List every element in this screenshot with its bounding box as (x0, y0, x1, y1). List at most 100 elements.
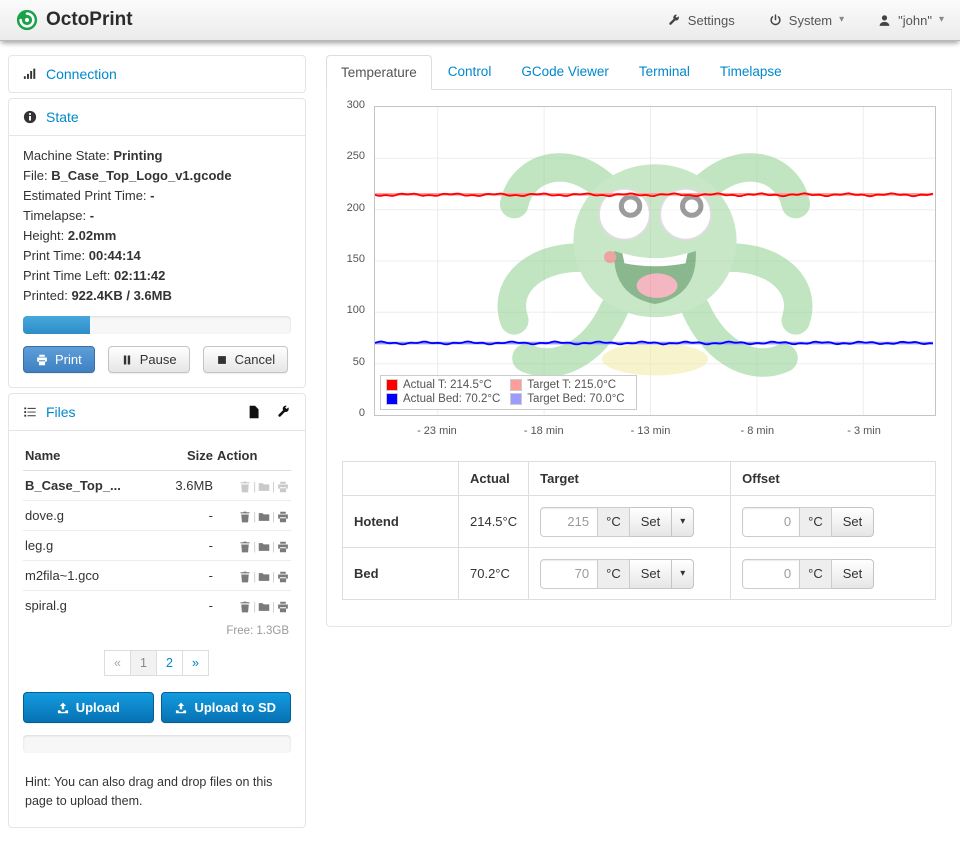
bed-target-dropdown-button[interactable]: ▾ (672, 559, 694, 589)
tab-gcode-viewer[interactable]: GCode Viewer (507, 55, 623, 90)
chart-canvas (375, 107, 935, 415)
column-size: Size (159, 441, 215, 471)
load-folder-icon[interactable] (258, 541, 270, 553)
y-tick-label: 100 (347, 304, 365, 316)
state-title: State (46, 109, 79, 125)
pause-button[interactable]: Pause (108, 346, 190, 373)
hotend-target-input[interactable] (540, 507, 598, 537)
cancel-button[interactable]: Cancel (203, 346, 288, 373)
tab-control[interactable]: Control (434, 55, 506, 90)
hotend-offset-input[interactable] (742, 507, 800, 537)
state-panel-header[interactable]: State (9, 99, 305, 135)
print-button[interactable]: Print (23, 346, 95, 373)
legend-item: Target Bed: 70.0°C (508, 392, 626, 406)
tab-timelapse[interactable]: Timelapse (706, 55, 796, 90)
bed-label: Bed (343, 548, 459, 600)
files-settings-wrench-icon[interactable] (277, 405, 291, 419)
file-row[interactable]: B_Case_Top_... 3.6MB || (23, 471, 291, 501)
height-line: Height: 2.02mm (23, 226, 291, 246)
files-panel-body: Name Size Action B_Case_Top_... 3.6MB ||… (9, 430, 305, 827)
tab-temperature[interactable]: Temperature (326, 55, 432, 90)
print-file-icon[interactable] (277, 571, 289, 583)
bed-target-input[interactable] (540, 559, 598, 589)
signal-icon (23, 67, 37, 81)
upload-to-sd-button[interactable]: Upload to SD (161, 692, 292, 723)
list-icon (23, 405, 37, 419)
stop-icon (216, 354, 228, 366)
x-tick-label: - 18 min (524, 425, 564, 437)
upload-button[interactable]: Upload (23, 692, 154, 723)
trash-icon[interactable] (239, 571, 251, 583)
file-row[interactable]: dove.g - || (23, 501, 291, 531)
x-tick-label: - 13 min (631, 425, 671, 437)
load-folder-icon[interactable] (258, 571, 270, 583)
celsius-unit: °C (598, 507, 630, 537)
hotend-offset-group: °C Set (742, 507, 874, 537)
load-folder-icon[interactable] (258, 511, 270, 523)
legend-swatch (386, 393, 398, 405)
power-icon (769, 14, 782, 27)
bed-offset-set-button[interactable]: Set (832, 559, 875, 589)
connection-panel-header[interactable]: Connection (9, 56, 305, 92)
settings-menu-item[interactable]: Settings (668, 13, 735, 28)
temperature-tab-content: 050100150200250300 Actual T: 214.5°CTarg… (326, 90, 952, 627)
user-icon (878, 14, 891, 27)
job-buttons: Print Pause Cancel (23, 346, 291, 373)
octoprint-brand[interactable]: OctoPrint (16, 9, 133, 31)
upload-icon (57, 702, 69, 714)
file-row[interactable]: leg.g - || (23, 531, 291, 561)
system-menu-item[interactable]: System ▾ (769, 13, 844, 28)
pagination-page-2[interactable]: 2 (156, 650, 183, 676)
bed-actual: 70.2°C (459, 548, 529, 600)
wrench-icon (668, 14, 681, 27)
load-folder-icon[interactable] (258, 481, 270, 493)
file-icon[interactable] (247, 405, 261, 419)
legend-label: Actual T: 214.5°C (403, 379, 492, 391)
chevron-down-icon: ▾ (939, 15, 944, 25)
legend-label: Target Bed: 70.0°C (527, 393, 624, 405)
celsius-unit: °C (598, 559, 630, 589)
bed-offset-input[interactable] (742, 559, 800, 589)
bed-target-set-button[interactable]: Set (630, 559, 673, 589)
hotend-target-set-button[interactable]: Set (630, 507, 673, 537)
files-title: Files (46, 404, 76, 420)
tab-terminal[interactable]: Terminal (625, 55, 704, 90)
chevron-down-icon: ▾ (680, 517, 685, 527)
pagination-next[interactable]: » (182, 650, 209, 676)
print-file-icon[interactable] (277, 511, 289, 523)
system-label: System (789, 13, 832, 28)
legend-label: Actual Bed: 70.2°C (403, 393, 500, 405)
user-menu-item[interactable]: "john" ▾ (878, 13, 944, 28)
tab-bar: Temperature Control GCode Viewer Termina… (326, 55, 952, 90)
pagination-prev[interactable]: « (104, 650, 131, 676)
hotend-offset-set-button[interactable]: Set (832, 507, 875, 537)
column-target: Target (529, 462, 731, 496)
file-row[interactable]: m2fila~1.gco - || (23, 561, 291, 591)
hotend-target-dropdown-button[interactable]: ▾ (672, 507, 694, 537)
hotend-target-group: °C Set ▾ (540, 507, 694, 537)
chart-x-axis: - 23 min- 18 min- 13 min- 8 min- 3 min (374, 421, 936, 445)
trash-icon[interactable] (239, 541, 251, 553)
pagination-page-1[interactable]: 1 (130, 650, 157, 676)
file-row[interactable]: spiral.g - || (23, 591, 291, 621)
brand-title: OctoPrint (46, 9, 133, 31)
bed-row: Bed 70.2°C °C Set ▾ (343, 548, 936, 600)
x-tick-label: - 8 min (740, 425, 774, 437)
print-file-icon[interactable] (277, 601, 289, 613)
upload-hint: Hint: You can also drag and drop files o… (23, 757, 291, 813)
files-panel-header[interactable]: Files (9, 394, 305, 430)
y-tick-label: 0 (359, 407, 365, 419)
legend-swatch (510, 393, 522, 405)
load-folder-icon[interactable] (258, 601, 270, 613)
octoprint-logo-icon (16, 9, 38, 31)
upload-icon (175, 702, 187, 714)
hotend-row: Hotend 214.5°C °C Set ▾ (343, 496, 936, 548)
connection-title: Connection (46, 66, 117, 82)
trash-icon[interactable] (239, 481, 251, 493)
print-file-icon[interactable] (277, 481, 289, 493)
print-file-icon[interactable] (277, 541, 289, 553)
trash-icon[interactable] (239, 601, 251, 613)
bed-target-group: °C Set ▾ (540, 559, 694, 589)
trash-icon[interactable] (239, 511, 251, 523)
timelapse-line: Timelapse: - (23, 206, 291, 226)
